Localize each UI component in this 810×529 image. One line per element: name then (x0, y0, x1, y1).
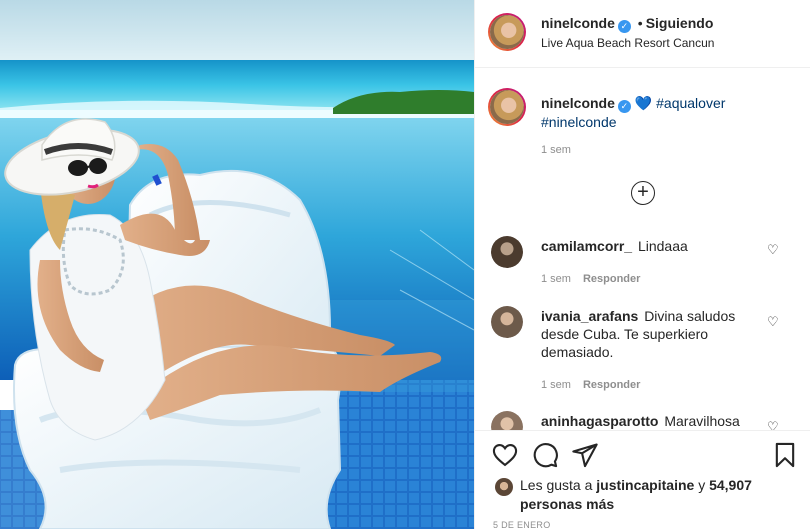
caption-author-avatar[interactable] (488, 88, 526, 126)
liker-username[interactable]: justincapitaine (596, 477, 694, 493)
verified-badge-icon: ✓ (617, 100, 631, 113)
likes-prefix: Les gusta a (520, 477, 593, 493)
like-comment-heart-icon[interactable]: ♡ (767, 242, 779, 258)
author-line: ninelconde ✓ • Siguiendo (541, 15, 713, 33)
comment-body: Lindaaa (637, 238, 688, 254)
post-photo[interactable] (0, 0, 474, 529)
commenter-avatar[interactable] (491, 236, 523, 268)
comment-username[interactable]: ivania_arafans (541, 308, 638, 324)
location-link[interactable]: Live Aqua Beach Resort Cancun (541, 36, 714, 50)
comment-bubble-icon[interactable] (531, 441, 559, 469)
comment-timestamp[interactable]: 1 sem (541, 273, 571, 285)
post-header: ninelconde ✓ • Siguiendo Live Aqua Beach R… (475, 0, 810, 68)
comment-body: Maravilhosa (664, 413, 740, 429)
plus-circle-icon[interactable]: + (631, 181, 655, 205)
reply-button[interactable]: Responder (583, 379, 640, 391)
hashtag-ninelconde[interactable]: #ninelconde (541, 114, 617, 130)
caption-timestamp[interactable]: 1 sem (541, 144, 571, 156)
comment-text: ivania_arafans Divina saludos desde Cuba… (541, 307, 756, 361)
comment-username[interactable]: camilamcorr_ (541, 238, 632, 254)
comment-meta: 1 sem Responder (541, 375, 640, 391)
comment-username[interactable]: aninhagasparotto (541, 413, 658, 429)
commenter-avatar[interactable] (491, 306, 523, 338)
hashtag-aqualover[interactable]: #aqualover (656, 95, 725, 111)
comment-timestamp[interactable]: 1 sem (541, 379, 571, 391)
like-comment-heart-icon[interactable]: ♡ (767, 314, 779, 330)
save-bookmark-icon[interactable] (771, 441, 799, 469)
blue-heart-emoji: 💙 (634, 95, 653, 111)
comment-text: aninhagasparotto Maravilhosa (541, 412, 756, 430)
comment-meta: 1 sem Responder (541, 269, 640, 285)
post-actions: Les gusta a justincapitaine y 54,907 per… (475, 430, 810, 529)
share-paper-plane-icon[interactable] (571, 441, 599, 469)
caption-username[interactable]: ninelconde (541, 95, 615, 111)
post-date[interactable]: 5 DE ENERO (493, 520, 551, 529)
liker-avatar[interactable] (495, 478, 513, 496)
reply-button[interactable]: Responder (583, 273, 640, 285)
following-button[interactable]: Siguiendo (646, 15, 714, 31)
author-avatar[interactable] (488, 13, 526, 51)
like-heart-icon[interactable] (491, 441, 519, 469)
author-username[interactable]: ninelconde (541, 15, 615, 31)
post-details-panel: ninelconde ✓ • Siguiendo Live Aqua Beach R… (474, 0, 810, 529)
verified-badge-icon: ✓ (617, 20, 631, 33)
likes-conjunction: y (698, 477, 706, 493)
caption-text: ninelconde ✓ 💙 #aqualover #ninelconde (541, 94, 791, 131)
header-separator: • (637, 15, 643, 31)
likes-text: Les gusta a justincapitaine y 54,907 per… (520, 476, 790, 514)
comment-text: camilamcorr_ Lindaaa (541, 237, 756, 255)
post-image (0, 0, 474, 529)
